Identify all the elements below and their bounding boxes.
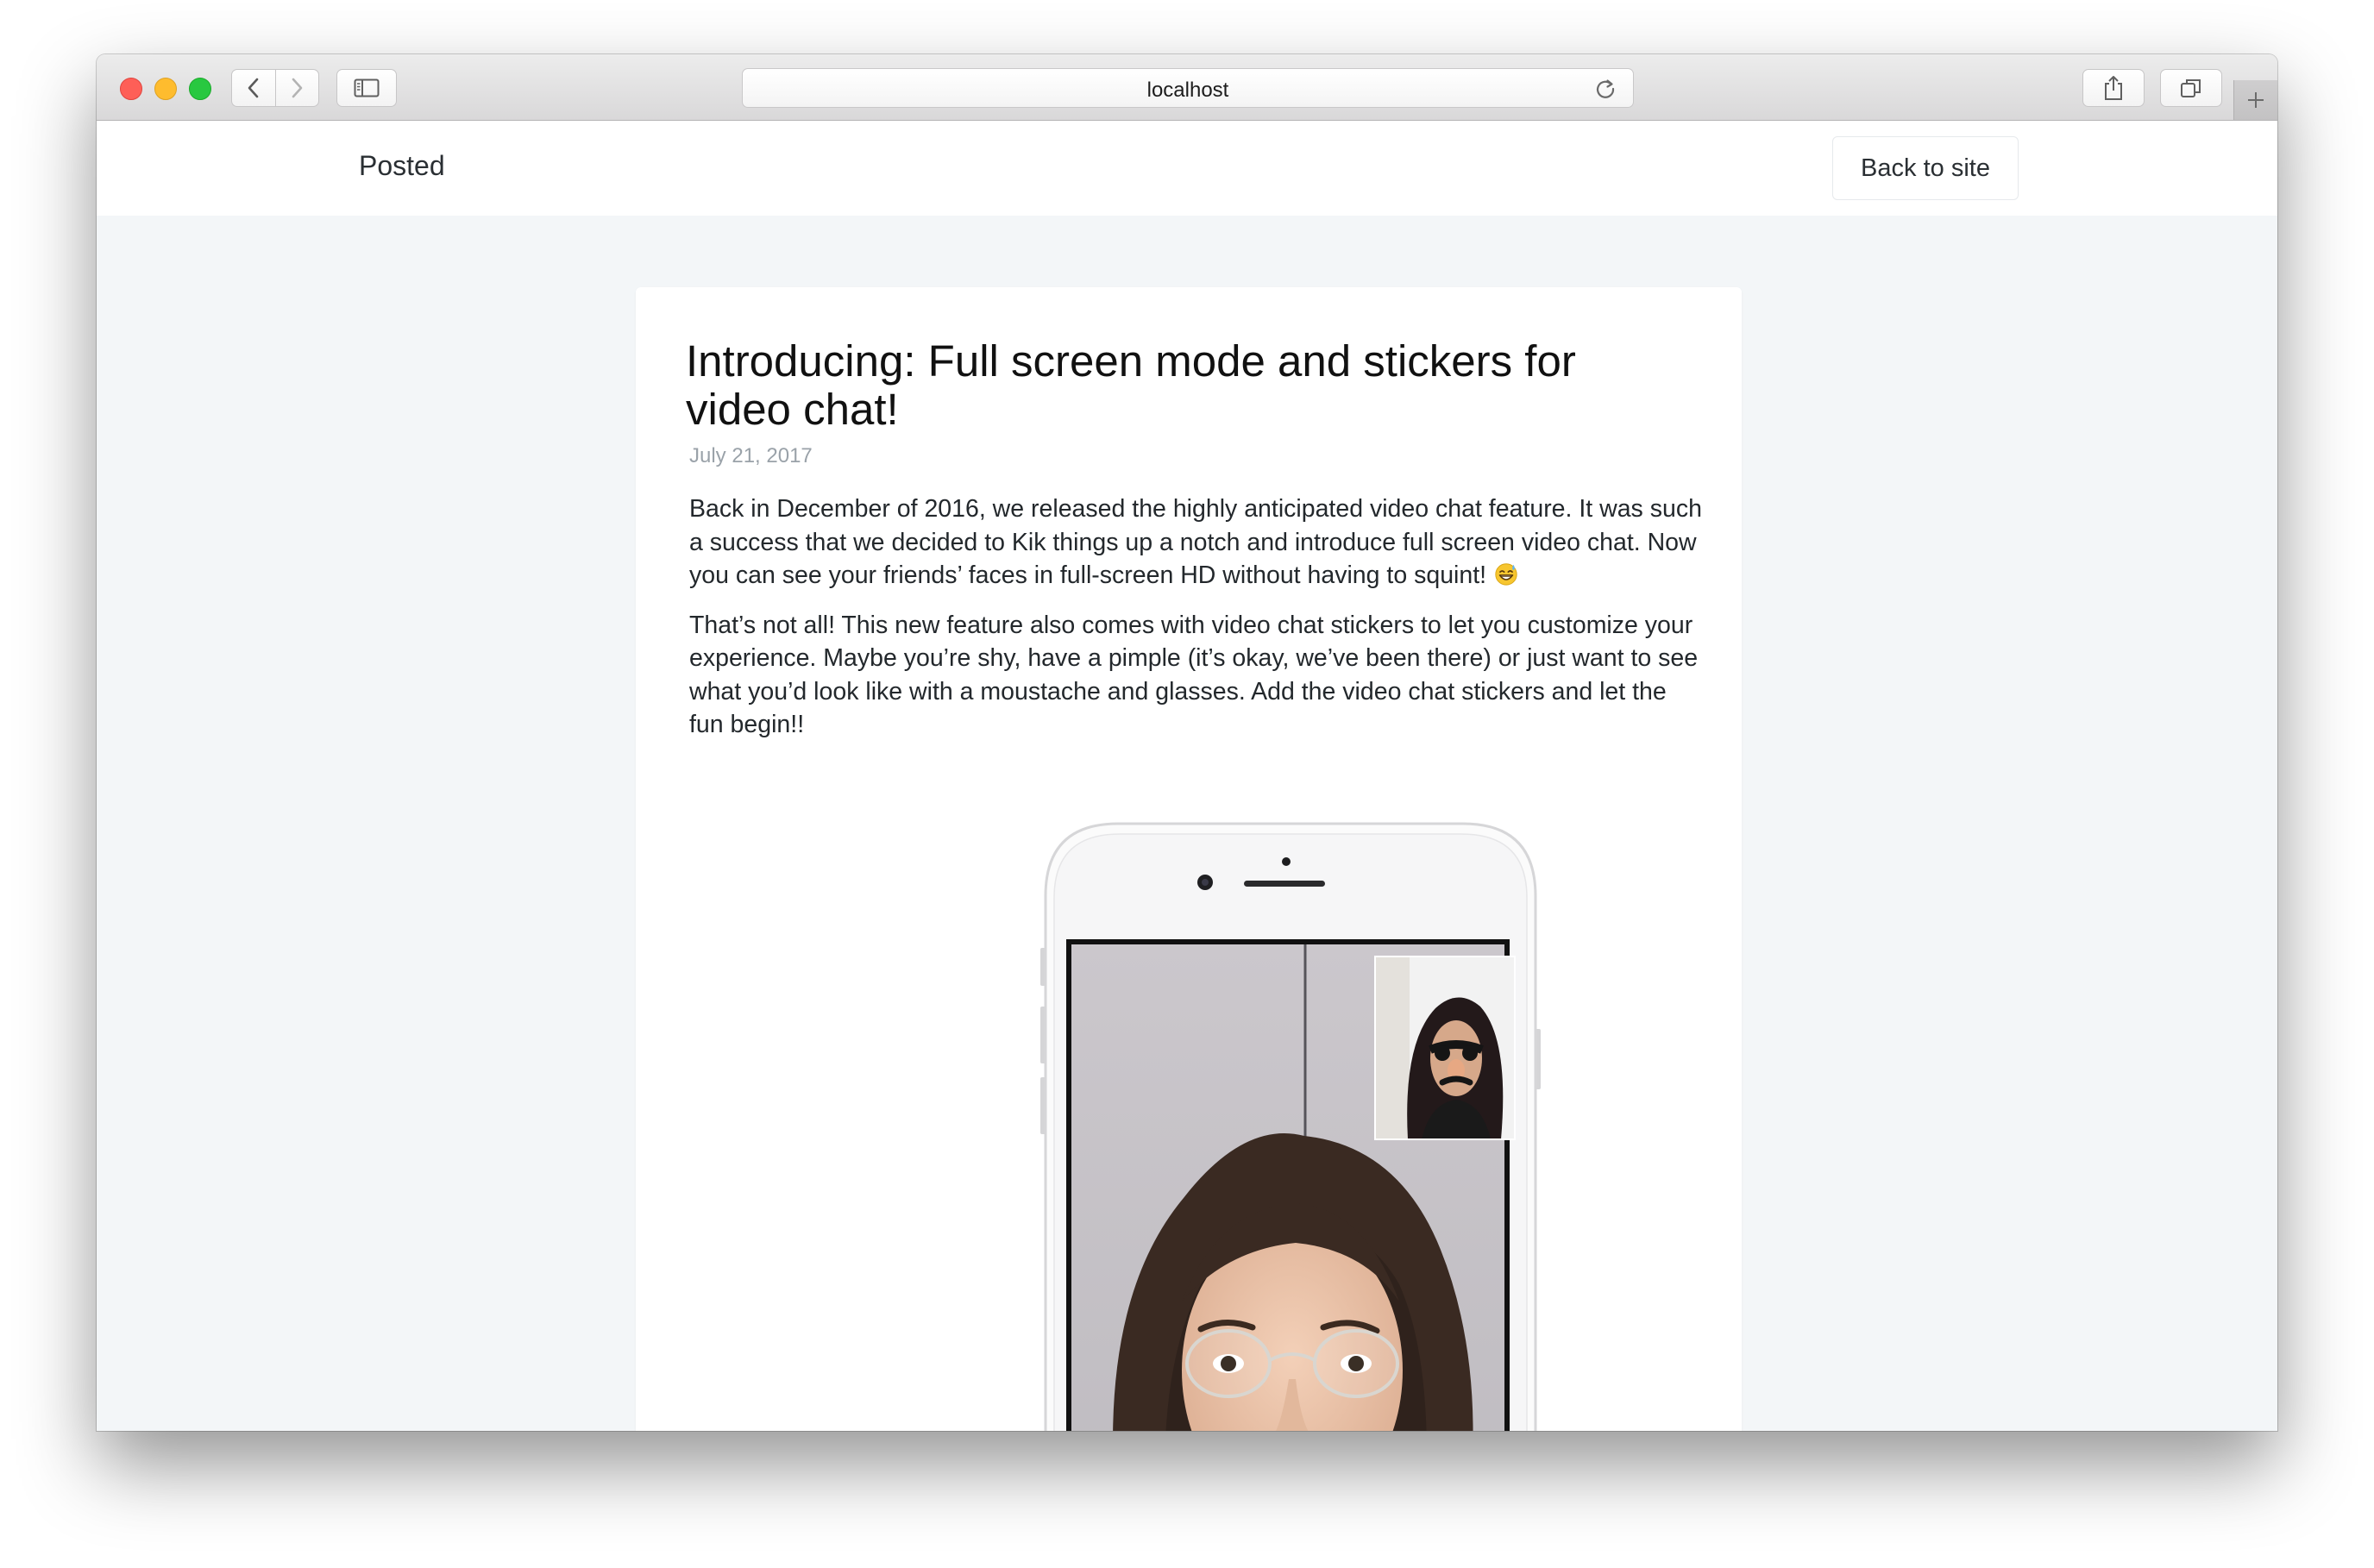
address-bar[interactable]: localhost	[742, 68, 1634, 108]
browser-toolbar: localhost	[97, 54, 2277, 121]
zoom-window-button[interactable]	[189, 78, 211, 100]
post-paragraph-1-text: Back in December of 2016, we released th…	[689, 495, 1702, 589]
sidebar-icon	[354, 78, 380, 97]
post-body: Back in December of 2016, we released th…	[689, 492, 1707, 758]
site-header: Posted Back to site	[97, 121, 2277, 216]
reload-icon[interactable]	[1593, 77, 1617, 101]
navigation-buttons	[231, 69, 319, 107]
minimize-window-button[interactable]	[154, 78, 177, 100]
back-to-site-button[interactable]: Back to site	[1832, 136, 2019, 200]
new-tab-button[interactable]	[2233, 80, 2277, 120]
chevron-left-icon	[248, 78, 259, 98]
forward-button[interactable]	[274, 70, 319, 106]
tabs-overview-button[interactable]	[2160, 69, 2222, 107]
chevron-right-icon	[292, 78, 303, 98]
grinning-sweat-emoji-icon	[1495, 563, 1517, 586]
tabs-overview-icon	[2181, 79, 2201, 97]
plus-icon	[2248, 92, 2264, 108]
site-brand[interactable]: Posted	[359, 150, 445, 182]
post-card: Introducing: Full screen mode and sticke…	[636, 287, 1742, 1431]
back-button[interactable]	[232, 70, 275, 106]
url-text: localhost	[1146, 78, 1229, 102]
post-date: July 21, 2017	[689, 444, 813, 467]
browser-window: localhost Posted Back to site Introducin…	[97, 54, 2277, 1431]
post-title: Introducing: Full screen mode and sticke…	[686, 336, 1576, 434]
post-paragraph-2: That’s not all! This new feature also co…	[689, 611, 1699, 739]
share-icon	[2105, 76, 2122, 100]
phone-video-chat-image	[1037, 818, 1544, 1431]
close-window-button[interactable]	[120, 78, 142, 100]
post-paragraph-1: Back in December of 2016, we released th…	[689, 492, 1707, 593]
sidebar-toggle-button[interactable]	[336, 69, 397, 107]
phone-illustration	[1040, 822, 1541, 1431]
share-button[interactable]	[2082, 69, 2145, 107]
